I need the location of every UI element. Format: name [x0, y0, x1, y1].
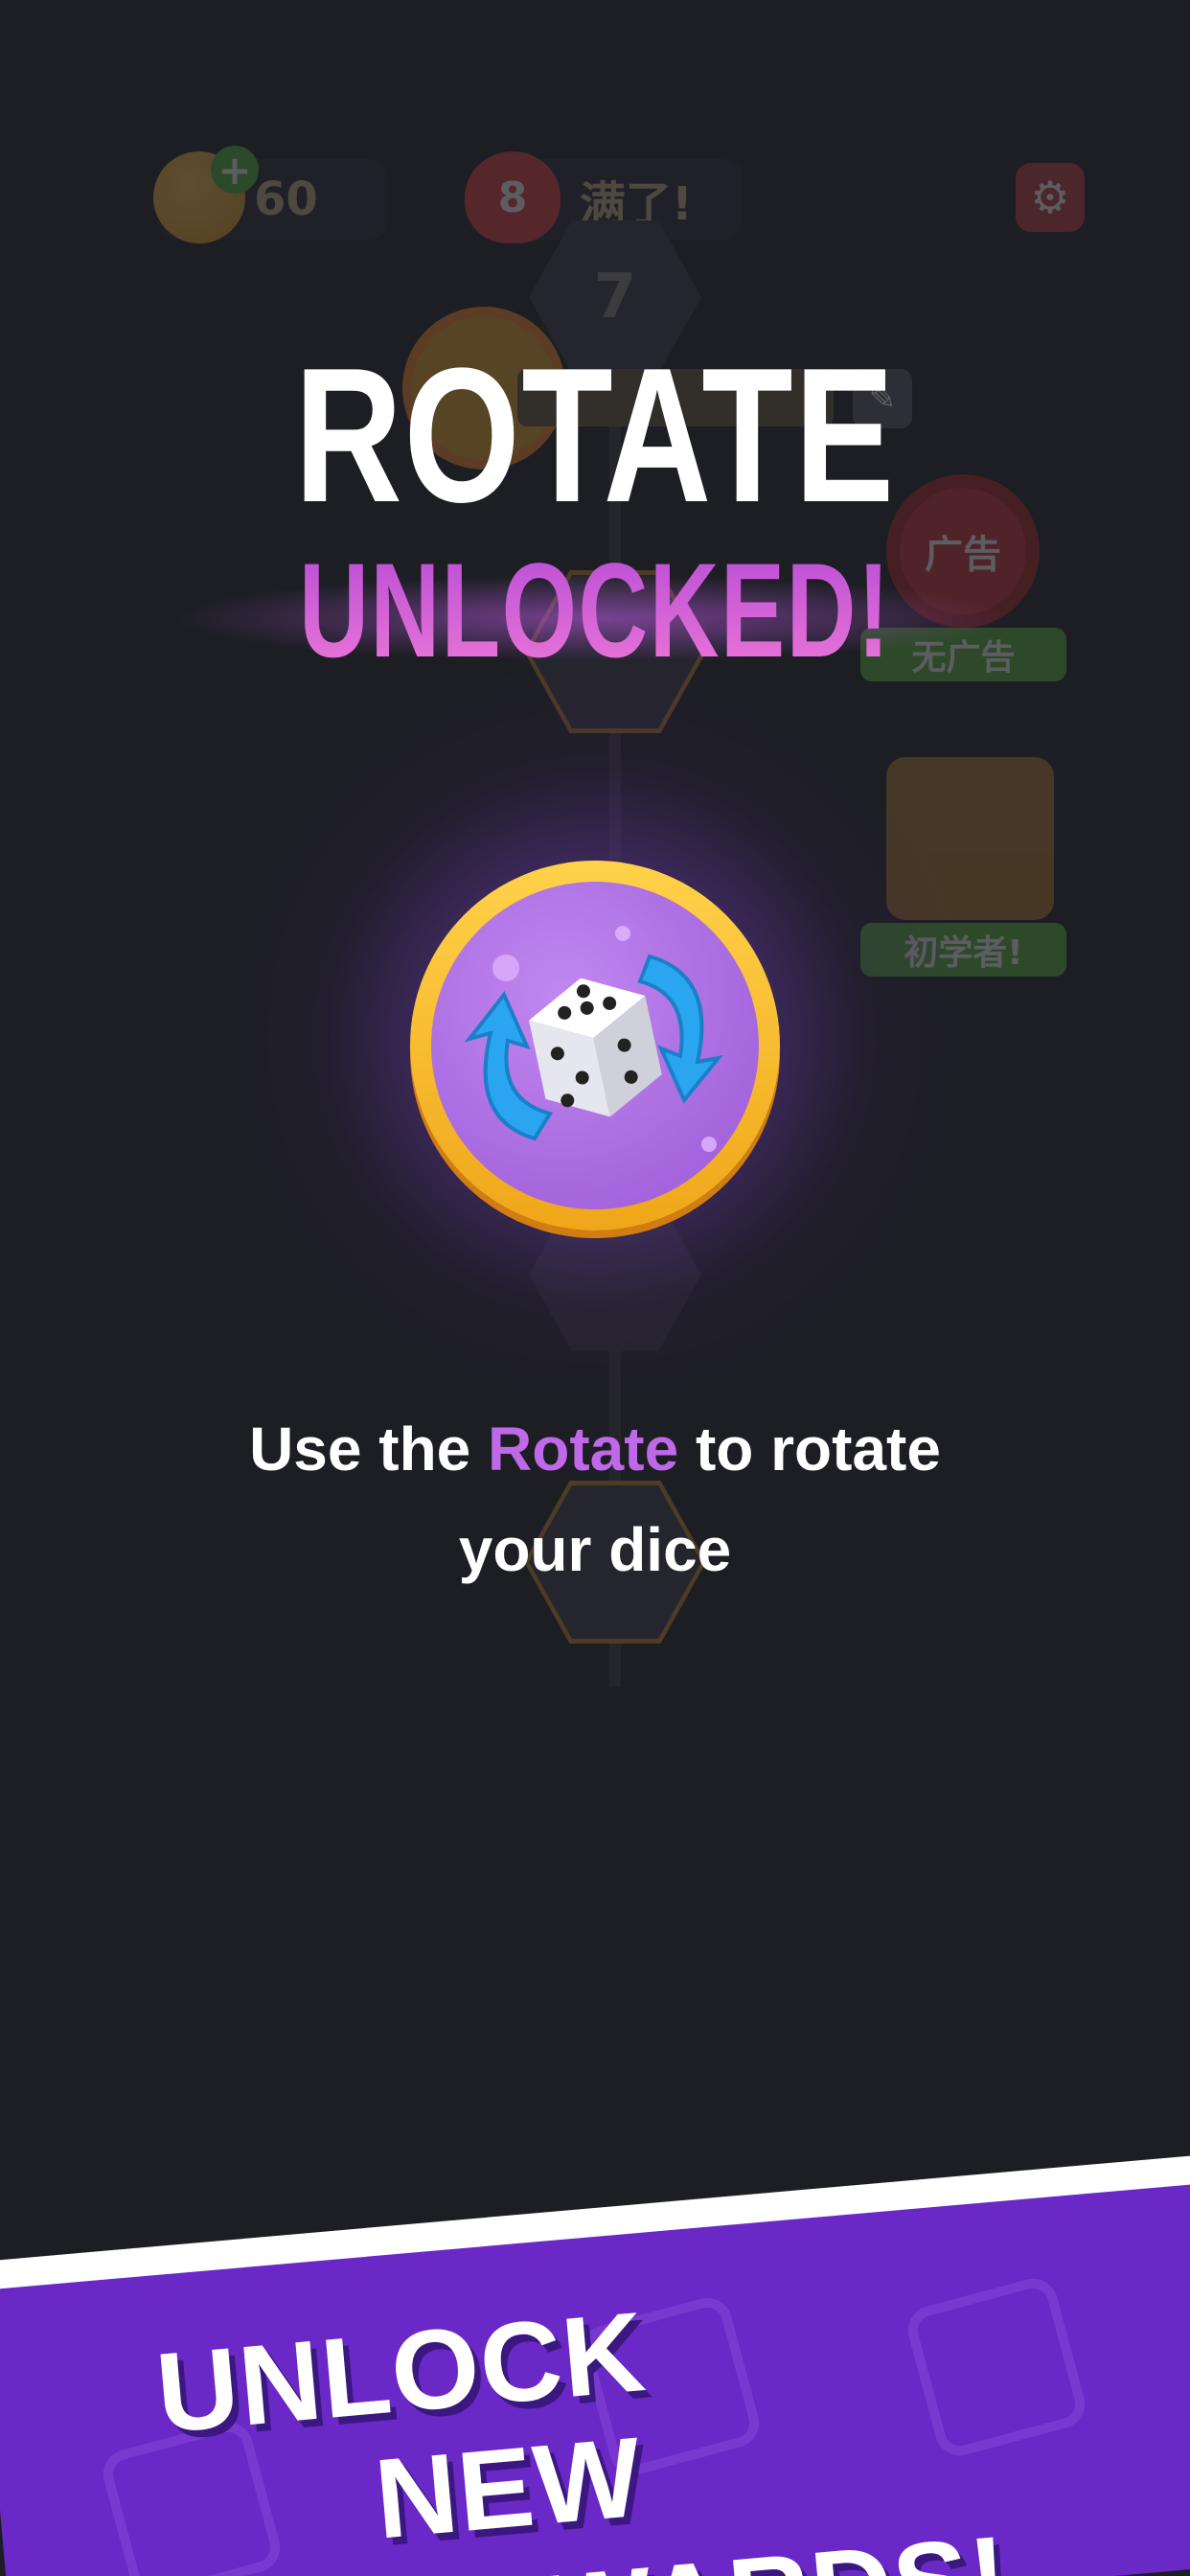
coin-count: 60: [254, 172, 318, 226]
heart-icon: 8: [465, 151, 561, 243]
lives-count: 8: [497, 172, 528, 222]
desc-prefix: Use the: [249, 1414, 489, 1484]
desc-highlight: Rotate: [488, 1414, 679, 1484]
rotate-dice-icon: [464, 926, 723, 1152]
unlock-title: ROTATE: [294, 329, 896, 542]
rotate-badge[interactable]: [410, 861, 780, 1230]
desc-line2: your dice: [458, 1515, 732, 1584]
desc-suffix: to rotate: [678, 1414, 941, 1484]
add-coins-icon: +: [211, 146, 259, 194]
promo-banner: UNLOCK NEW REWARDS!: [0, 2147, 1190, 2576]
unlock-description: Use the Rotate to rotate your dice: [0, 1399, 1190, 1600]
gear-icon: ⚙: [1016, 163, 1085, 232]
level-number: 7: [593, 262, 637, 333]
